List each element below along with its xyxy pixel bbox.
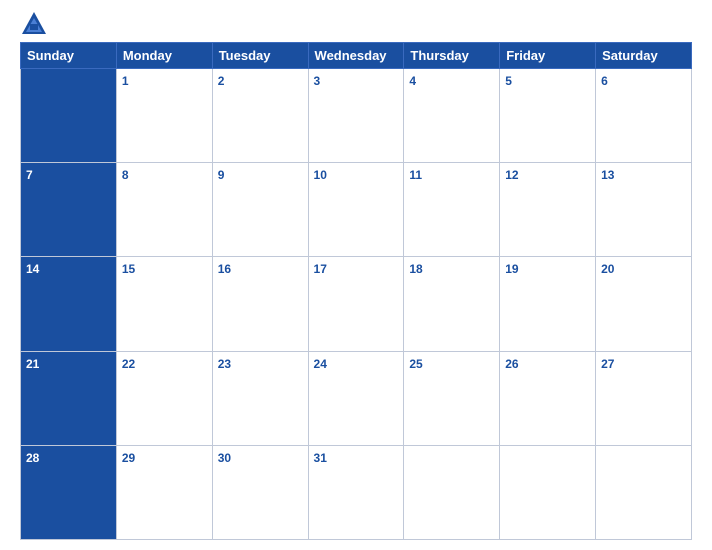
calendar-cell: 11 xyxy=(404,163,500,257)
day-number: 30 xyxy=(218,451,231,465)
weekday-header-sunday: Sunday xyxy=(21,43,117,69)
logo-icon xyxy=(20,10,48,38)
day-number: 13 xyxy=(601,168,614,182)
day-number: 10 xyxy=(314,168,327,182)
calendar-cell: 2 xyxy=(212,69,308,163)
day-number: 22 xyxy=(122,357,135,371)
week-row-4: 28 29 30 31 xyxy=(21,445,692,539)
weekday-header-thursday: Thursday xyxy=(404,43,500,69)
week-row-3: 21 22 23 24 25 26 27 xyxy=(21,351,692,445)
weekday-header-saturday: Saturday xyxy=(596,43,692,69)
day-number: 3 xyxy=(314,74,321,88)
calendar-cell xyxy=(21,69,117,163)
day-number: 2 xyxy=(218,74,225,88)
weekday-header-wednesday: Wednesday xyxy=(308,43,404,69)
calendar-cell: 17 xyxy=(308,257,404,351)
day-number: 8 xyxy=(122,168,129,182)
calendar-cell: 12 xyxy=(500,163,596,257)
calendar-cell: 23 xyxy=(212,351,308,445)
calendar-cell: 19 xyxy=(500,257,596,351)
day-number: 17 xyxy=(314,262,327,276)
day-number: 31 xyxy=(314,451,327,465)
day-number: 23 xyxy=(218,357,231,371)
day-number: 20 xyxy=(601,262,614,276)
calendar-header: SundayMondayTuesdayWednesdayThursdayFrid… xyxy=(21,43,692,69)
day-number: 21 xyxy=(26,357,39,371)
calendar-cell: 7 xyxy=(21,163,117,257)
calendar-cell: 5 xyxy=(500,69,596,163)
day-number: 7 xyxy=(26,168,33,182)
day-number: 29 xyxy=(122,451,135,465)
day-number: 14 xyxy=(26,262,39,276)
calendar-cell: 13 xyxy=(596,163,692,257)
calendar-cell: 24 xyxy=(308,351,404,445)
calendar-cell: 9 xyxy=(212,163,308,257)
calendar-cell: 22 xyxy=(116,351,212,445)
calendar-cell: 3 xyxy=(308,69,404,163)
weekday-header-monday: Monday xyxy=(116,43,212,69)
weekday-row: SundayMondayTuesdayWednesdayThursdayFrid… xyxy=(21,43,692,69)
calendar-cell: 18 xyxy=(404,257,500,351)
calendar-cell: 4 xyxy=(404,69,500,163)
week-row-1: 7 8 9 10 11 12 13 xyxy=(21,163,692,257)
weekday-header-friday: Friday xyxy=(500,43,596,69)
calendar-body: 1234567891011121314151617181920212223242… xyxy=(21,69,692,540)
day-number: 26 xyxy=(505,357,518,371)
calendar-cell: 8 xyxy=(116,163,212,257)
logo xyxy=(20,10,52,38)
week-row-2: 14 15 16 17 18 19 20 xyxy=(21,257,692,351)
calendar-cell: 1 xyxy=(116,69,212,163)
calendar-cell: 29 xyxy=(116,445,212,539)
calendar-cell: 31 xyxy=(308,445,404,539)
day-number: 19 xyxy=(505,262,518,276)
day-number: 5 xyxy=(505,74,512,88)
day-number: 15 xyxy=(122,262,135,276)
calendar-cell xyxy=(500,445,596,539)
calendar-cell: 20 xyxy=(596,257,692,351)
day-number: 12 xyxy=(505,168,518,182)
day-number: 4 xyxy=(409,74,416,88)
calendar-cell: 27 xyxy=(596,351,692,445)
day-number: 11 xyxy=(409,168,422,182)
day-number: 16 xyxy=(218,262,231,276)
day-number: 6 xyxy=(601,74,608,88)
calendar-cell: 28 xyxy=(21,445,117,539)
calendar-cell: 16 xyxy=(212,257,308,351)
day-number: 9 xyxy=(218,168,225,182)
day-number: 24 xyxy=(314,357,327,371)
calendar-cell: 26 xyxy=(500,351,596,445)
calendar-cell: 15 xyxy=(116,257,212,351)
calendar-table: SundayMondayTuesdayWednesdayThursdayFrid… xyxy=(20,42,692,540)
calendar-cell: 25 xyxy=(404,351,500,445)
weekday-header-tuesday: Tuesday xyxy=(212,43,308,69)
top-bar xyxy=(20,10,692,38)
calendar-cell: 30 xyxy=(212,445,308,539)
day-number: 28 xyxy=(26,451,39,465)
calendar-cell: 10 xyxy=(308,163,404,257)
calendar-cell: 14 xyxy=(21,257,117,351)
calendar-cell xyxy=(404,445,500,539)
calendar-cell: 6 xyxy=(596,69,692,163)
day-number: 1 xyxy=(122,74,129,88)
day-number: 18 xyxy=(409,262,422,276)
calendar-cell xyxy=(596,445,692,539)
week-row-0: 1 2 3 4 5 6 xyxy=(21,69,692,163)
day-number: 25 xyxy=(409,357,422,371)
day-number: 27 xyxy=(601,357,614,371)
calendar-cell: 21 xyxy=(21,351,117,445)
